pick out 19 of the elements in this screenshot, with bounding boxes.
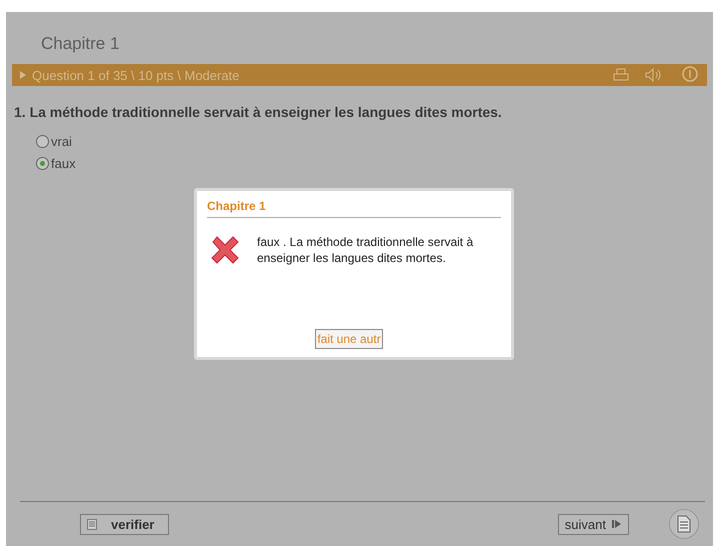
list-icon xyxy=(87,518,97,530)
next-button[interactable]: suivant xyxy=(558,514,629,534)
verify-button[interactable]: verifier xyxy=(80,514,170,534)
print-icon[interactable] xyxy=(613,68,629,82)
next-icon xyxy=(612,519,622,529)
option-label: faux xyxy=(51,156,76,171)
info-icon[interactable] xyxy=(681,66,699,84)
chapter-title: Chapitre 1 xyxy=(41,34,120,53)
feedback-message: faux . La méthode traditionnelle servait à enseigner les langues dites mortes. xyxy=(257,234,474,267)
radio-button[interactable] xyxy=(36,135,49,148)
dialog-title: Chapitre 1 xyxy=(207,199,266,213)
radio-button[interactable] xyxy=(36,157,49,170)
question-info: Question 1 of 35 \ 10 pts \ Moderate xyxy=(32,68,240,82)
option-label: vrai xyxy=(51,134,72,149)
document-icon xyxy=(677,515,691,533)
arrow-icon xyxy=(20,71,26,79)
question-text: 1. La méthode traditionnelle servait à enseigner les langues dites mortes. xyxy=(14,104,502,120)
speaker-icon[interactable] xyxy=(645,68,663,82)
document-button[interactable] xyxy=(669,509,699,539)
